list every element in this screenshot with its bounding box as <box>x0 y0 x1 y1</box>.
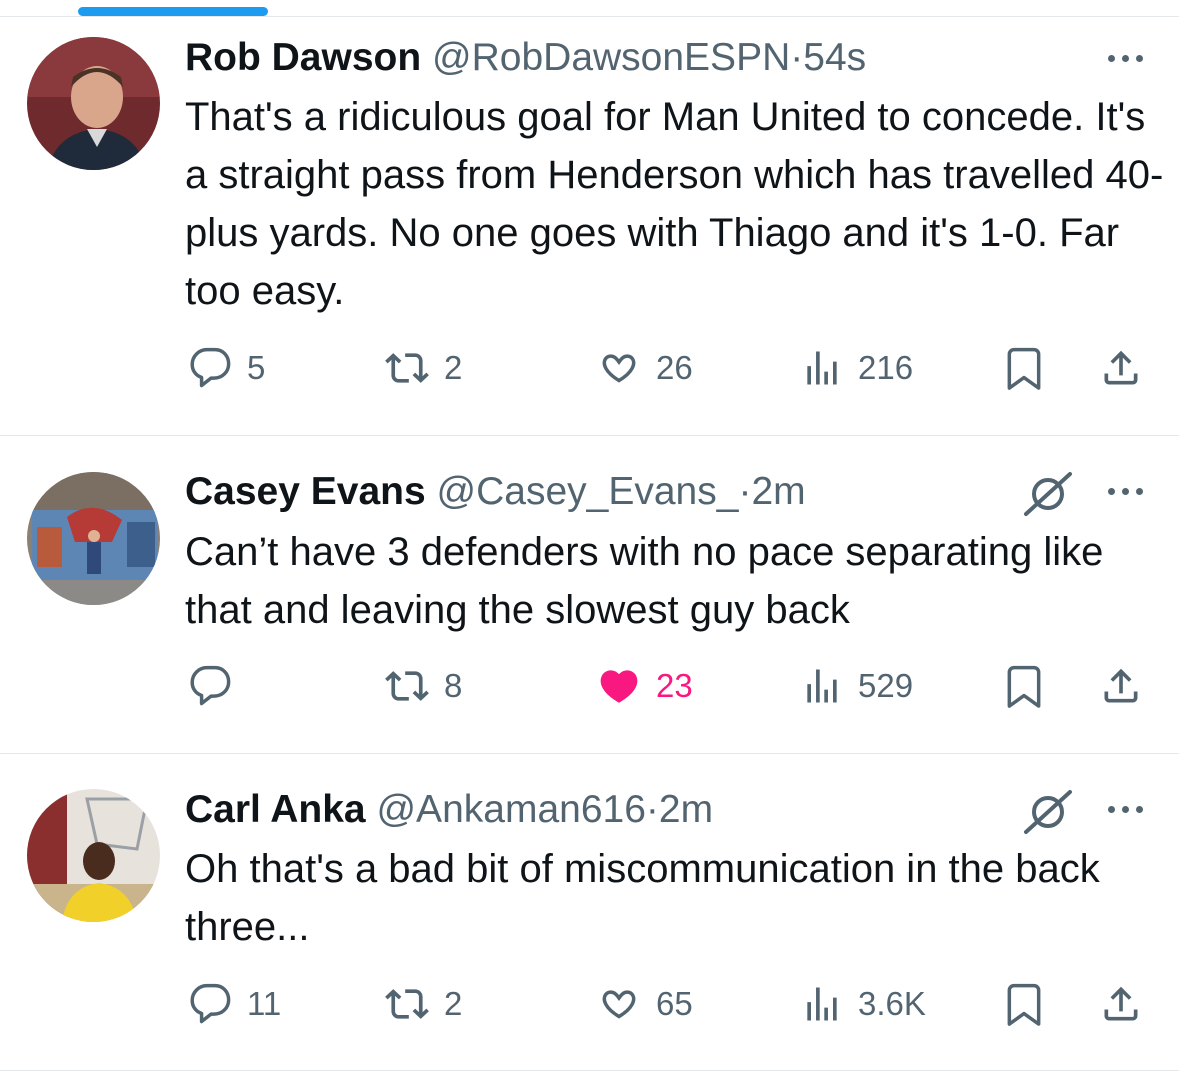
views-button[interactable]: 216 <box>800 346 913 390</box>
like-count: 26 <box>656 349 693 386</box>
tweet-text: Oh that's a bad bit of miscommunication … <box>185 847 1100 949</box>
reply-icon <box>190 665 231 706</box>
tweet-header: Casey Evans @Casey_Evans_·2m <box>185 469 806 515</box>
action-bar: 5 2 26 216 <box>0 346 1179 394</box>
reply-icon <box>190 983 231 1024</box>
heart-icon <box>602 990 636 1019</box>
avatar[interactable] <box>27 37 160 170</box>
action-bar: 8 23 529 <box>0 664 1179 712</box>
reply-button[interactable]: 11 <box>189 982 281 1026</box>
heart-filled-icon <box>600 670 638 703</box>
like-button[interactable]: 26 <box>596 346 693 390</box>
views-button[interactable]: 3.6K <box>800 982 926 1026</box>
views-button[interactable]: 529 <box>800 664 913 708</box>
avatar[interactable] <box>27 789 160 922</box>
like-button[interactable]: 65 <box>596 982 693 1026</box>
bookmark-icon <box>1007 347 1041 390</box>
retweet-icon <box>385 353 429 383</box>
avatar[interactable] <box>27 472 160 605</box>
grok-icon[interactable] <box>1022 470 1074 518</box>
bookmark-button[interactable] <box>1002 982 1046 1026</box>
user-handle[interactable]: @Casey_Evans_ <box>437 470 739 513</box>
reply-count: 5 <box>247 349 266 386</box>
views-count: 3.6K <box>858 985 926 1022</box>
tweet-header: Carl Anka @Ankaman616·2m <box>185 787 713 833</box>
tweet-2[interactable]: Casey Evans @Casey_Evans_·2m Can’t have … <box>0 436 1179 754</box>
retweet-count: 8 <box>444 667 463 704</box>
tweet-divider <box>0 1070 1179 1071</box>
retweet-count: 2 <box>444 349 463 386</box>
reply-icon <box>190 347 231 388</box>
retweet-icon <box>385 989 429 1019</box>
tweet-3[interactable]: Carl Anka @Ankaman616·2m Oh that's a bad… <box>0 754 1179 1075</box>
reply-button[interactable] <box>189 664 247 708</box>
share-button[interactable] <box>1098 982 1144 1026</box>
retweet-button[interactable]: 2 <box>384 982 462 1026</box>
views-icon <box>807 669 837 703</box>
retweet-button[interactable]: 2 <box>384 346 462 390</box>
user-handle[interactable]: @Ankaman616 <box>376 788 645 831</box>
share-icon <box>1104 668 1138 703</box>
reply-button[interactable]: 5 <box>189 346 265 390</box>
more-options-icon[interactable] <box>1108 55 1143 62</box>
like-count: 23 <box>656 667 693 704</box>
views-count: 529 <box>858 667 914 704</box>
display-name[interactable]: Rob Dawson <box>185 36 421 79</box>
share-button[interactable] <box>1098 346 1144 390</box>
bookmark-icon <box>1007 983 1041 1026</box>
views-count: 216 <box>858 349 914 386</box>
tweet-text: That's a ridiculous goal for Man United … <box>185 95 1164 313</box>
timestamp[interactable]: 2m <box>659 788 713 831</box>
tweet-header: Rob Dawson @RobDawsonESPN·54s <box>185 35 866 81</box>
tweet-1[interactable]: Rob Dawson @RobDawsonESPN·54s That's a r… <box>0 0 1179 436</box>
share-icon <box>1104 986 1138 1021</box>
reply-count: 11 <box>247 985 282 1022</box>
bookmark-button[interactable] <box>1002 664 1046 708</box>
timestamp[interactable]: 54s <box>803 36 866 79</box>
retweet-button[interactable]: 8 <box>384 664 462 708</box>
user-handle[interactable]: @RobDawsonESPN <box>432 36 790 79</box>
like-count: 65 <box>656 985 693 1022</box>
like-button[interactable]: 23 <box>596 664 693 708</box>
display-name[interactable]: Casey Evans <box>185 470 426 513</box>
heart-icon <box>602 354 636 383</box>
more-options-icon[interactable] <box>1108 488 1143 495</box>
separator-dot: · <box>645 788 659 831</box>
retweet-icon <box>385 671 429 701</box>
separator-dot: · <box>738 470 752 513</box>
action-bar: 11 2 65 3.6K <box>0 982 1179 1030</box>
bookmark-icon <box>1007 665 1041 708</box>
timestamp[interactable]: 2m <box>751 470 805 513</box>
tweet-text: Can’t have 3 defenders with no pace sepa… <box>185 530 1104 632</box>
views-icon <box>807 351 837 385</box>
grok-icon[interactable] <box>1022 788 1074 836</box>
retweet-count: 2 <box>444 985 463 1022</box>
display-name[interactable]: Carl Anka <box>185 788 366 831</box>
separator-dot: · <box>790 36 804 79</box>
more-options-icon[interactable] <box>1108 806 1143 813</box>
share-button[interactable] <box>1098 664 1144 708</box>
share-icon <box>1104 350 1138 385</box>
bookmark-button[interactable] <box>1002 346 1046 390</box>
views-icon <box>807 987 837 1021</box>
